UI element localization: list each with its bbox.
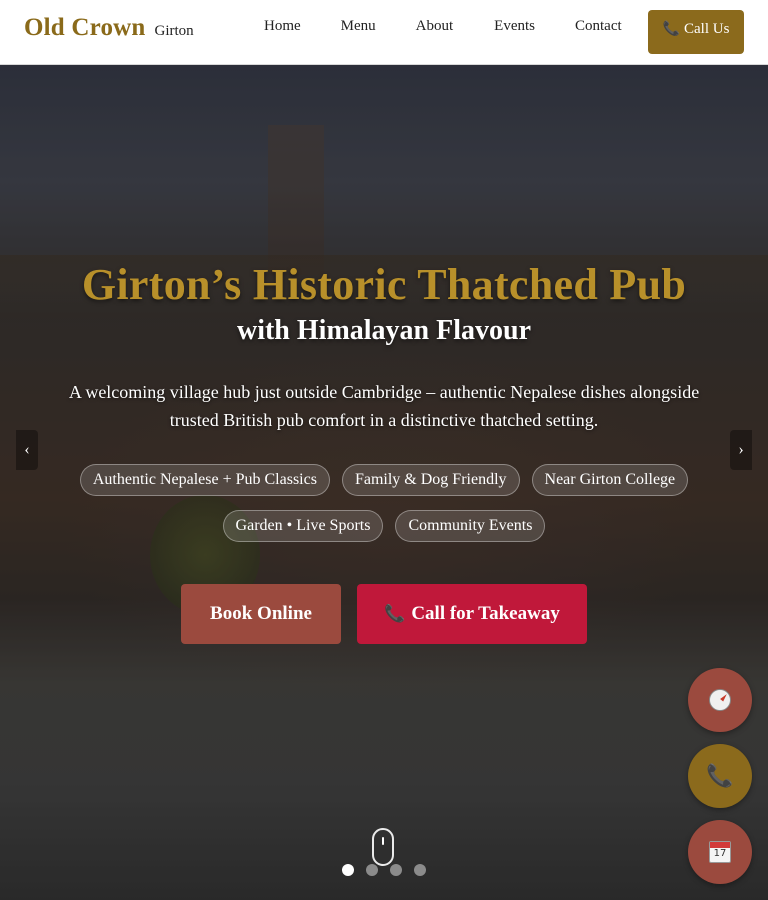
call-fab[interactable]: 📞	[688, 744, 752, 808]
hero-subtitle: with Himalayan Flavour	[236, 315, 531, 346]
brand-logo[interactable]: Old Crown Girton	[24, 14, 194, 42]
phone-icon: 📞	[662, 21, 680, 37]
feature-tag: Authentic Nepalese + Pub Classics	[79, 464, 330, 496]
site-header: Old Crown Girton Home Menu About Events …	[0, 0, 768, 65]
hero-carousel: Girton’s Historic Thatched Pub with Hima…	[0, 65, 768, 900]
call-us-label: Call Us	[684, 20, 730, 37]
booking-fab[interactable]	[688, 820, 752, 884]
feature-tags-row-2: Garden • Live Sports Community Events	[40, 510, 728, 542]
call-for-takeaway-button[interactable]: 📞 Call for Takeaway	[357, 584, 587, 644]
brand-location: Girton	[154, 23, 194, 39]
compass-icon	[709, 689, 731, 711]
carousel-dot-4[interactable]	[414, 864, 426, 876]
carousel-dot-2[interactable]	[366, 864, 378, 876]
feature-tag: Near Girton College	[531, 464, 689, 496]
scroll-down-indicator-icon[interactable]	[372, 828, 394, 866]
carousel-next-arrow[interactable]: ›	[730, 430, 752, 470]
directions-fab[interactable]	[688, 668, 752, 732]
call-for-takeaway-label: Call for Takeaway	[411, 603, 560, 624]
nav-events[interactable]: Events	[494, 18, 535, 35]
feature-tag: Garden • Live Sports	[222, 510, 384, 542]
carousel-dots	[342, 864, 438, 876]
call-us-button[interactable]: 📞 Call Us	[648, 10, 744, 54]
calendar-icon	[709, 841, 731, 863]
phone-icon: 📞	[384, 604, 406, 623]
main-nav: Home Menu About Events Contact	[264, 18, 622, 35]
book-online-button[interactable]: Book Online	[181, 584, 341, 644]
nav-home[interactable]: Home	[264, 18, 301, 35]
brand-name: Old Crown	[24, 14, 146, 41]
carousel-dot-3[interactable]	[390, 864, 402, 876]
hero-lead-text: A welcoming village hub just outside Cam…	[68, 382, 700, 430]
phone-icon: 📞	[706, 763, 734, 788]
feature-tags-row-1: Authentic Nepalese + Pub Classics Family…	[40, 464, 728, 496]
nav-menu[interactable]: Menu	[341, 18, 376, 35]
nav-about[interactable]: About	[416, 18, 454, 35]
feature-tag: Community Events	[395, 510, 546, 542]
feature-tag: Family & Dog Friendly	[341, 464, 520, 496]
nav-contact[interactable]: Contact	[575, 18, 622, 35]
carousel-dot-1[interactable]	[342, 864, 354, 876]
hero-title: Girton’s Historic Thatched Pub	[81, 260, 687, 309]
carousel-prev-arrow[interactable]: ‹	[16, 430, 38, 470]
